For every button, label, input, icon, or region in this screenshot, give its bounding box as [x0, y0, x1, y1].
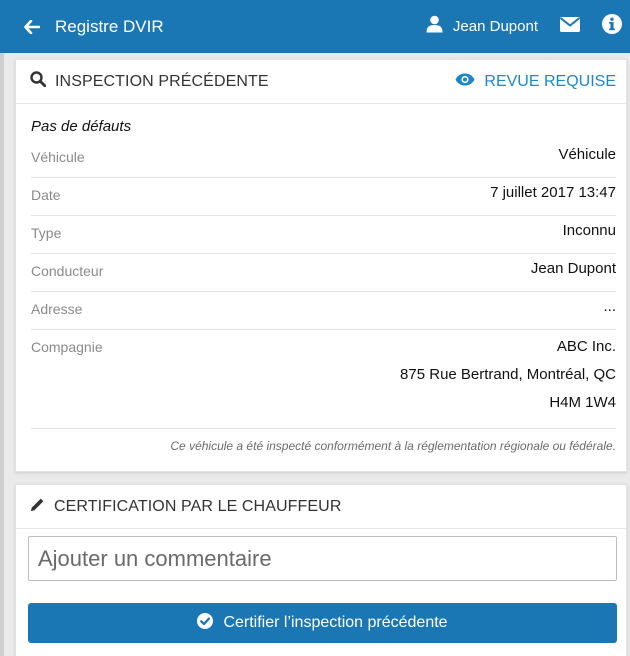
- compliance-note: Ce véhicule a été inspecté conformément …: [170, 439, 616, 453]
- detail-label: Date: [31, 187, 61, 203]
- previous-inspection-title: INSPECTION PRÉCÉDENTE: [55, 72, 269, 90]
- user-name: Jean Dupont: [452, 18, 538, 35]
- user-menu-button[interactable]: Jean Dupont: [426, 15, 560, 38]
- comment-input[interactable]: [28, 536, 617, 581]
- certification-title: CERTIFICATION PAR LE CHAUFFEUR: [54, 497, 342, 515]
- app-header: Registre DVIR Jean Dupont: [0, 0, 630, 53]
- detail-label: Adresse: [31, 301, 83, 317]
- defect-status: Pas de défauts: [31, 118, 132, 135]
- detail-label: Compagnie: [31, 339, 103, 355]
- info-icon: [602, 14, 622, 39]
- pencil-icon: [30, 497, 45, 517]
- certification-header: CERTIFICATION PAR LE CHAUFFEUR: [16, 485, 626, 529]
- company-name: ABC Inc.: [556, 338, 616, 355]
- review-required-link[interactable]: REVUE REQUISE: [455, 73, 616, 91]
- detail-row-type: Type Inconnu: [31, 216, 616, 254]
- company-street: 875 Rue Bertrand, Montréal, QC: [400, 366, 616, 383]
- detail-label: Type: [31, 225, 62, 241]
- info-button[interactable]: [602, 14, 622, 39]
- certify-inspection-button[interactable]: Certifier l’inspection précédente: [28, 603, 617, 643]
- detail-row-company: Compagnie ABC Inc. 875 Rue Bertrand, Mon…: [31, 330, 616, 429]
- previous-inspection-card: INSPECTION PRÉCÉDENTE REVUE REQUISE Pas …: [15, 59, 627, 472]
- review-required-label: REVUE REQUISE: [484, 72, 616, 90]
- eye-icon: [455, 73, 475, 91]
- arrow-left-icon: [24, 19, 40, 34]
- driver-certification-card: CERTIFICATION PAR LE CHAUFFEUR Certifier…: [15, 484, 627, 656]
- user-icon: [426, 15, 443, 38]
- detail-value: ...: [603, 298, 616, 315]
- detail-value: 7 juillet 2017 13:47: [490, 184, 616, 201]
- detail-label: Conducteur: [31, 263, 104, 279]
- certify-button-label: Certifier l’inspection précédente: [223, 614, 448, 631]
- previous-inspection-header: INSPECTION PRÉCÉDENTE REVUE REQUISE: [16, 60, 626, 104]
- detail-row-vehicle: Véhicule Véhicule: [31, 140, 616, 178]
- company-address: ABC Inc. 875 Rue Bertrand, Montréal, QC …: [400, 336, 616, 420]
- check-circle-icon: [197, 612, 214, 634]
- detail-value: Inconnu: [562, 222, 616, 239]
- detail-label: Véhicule: [31, 149, 85, 165]
- detail-row-driver: Conducteur Jean Dupont: [31, 254, 616, 292]
- detail-row-address: Adresse ...: [31, 292, 616, 330]
- envelope-icon: [559, 16, 581, 37]
- page-title: Registre DVIR: [55, 16, 164, 36]
- search-icon: [30, 71, 47, 92]
- detail-value: Véhicule: [558, 146, 616, 163]
- detail-row-date: Date 7 juillet 2017 13:47: [31, 178, 616, 216]
- messages-button[interactable]: [559, 16, 581, 37]
- detail-value: Jean Dupont: [530, 260, 616, 277]
- back-button[interactable]: [0, 0, 40, 53]
- left-edge: [0, 53, 4, 656]
- company-postal-code: H4M 1W4: [549, 394, 616, 411]
